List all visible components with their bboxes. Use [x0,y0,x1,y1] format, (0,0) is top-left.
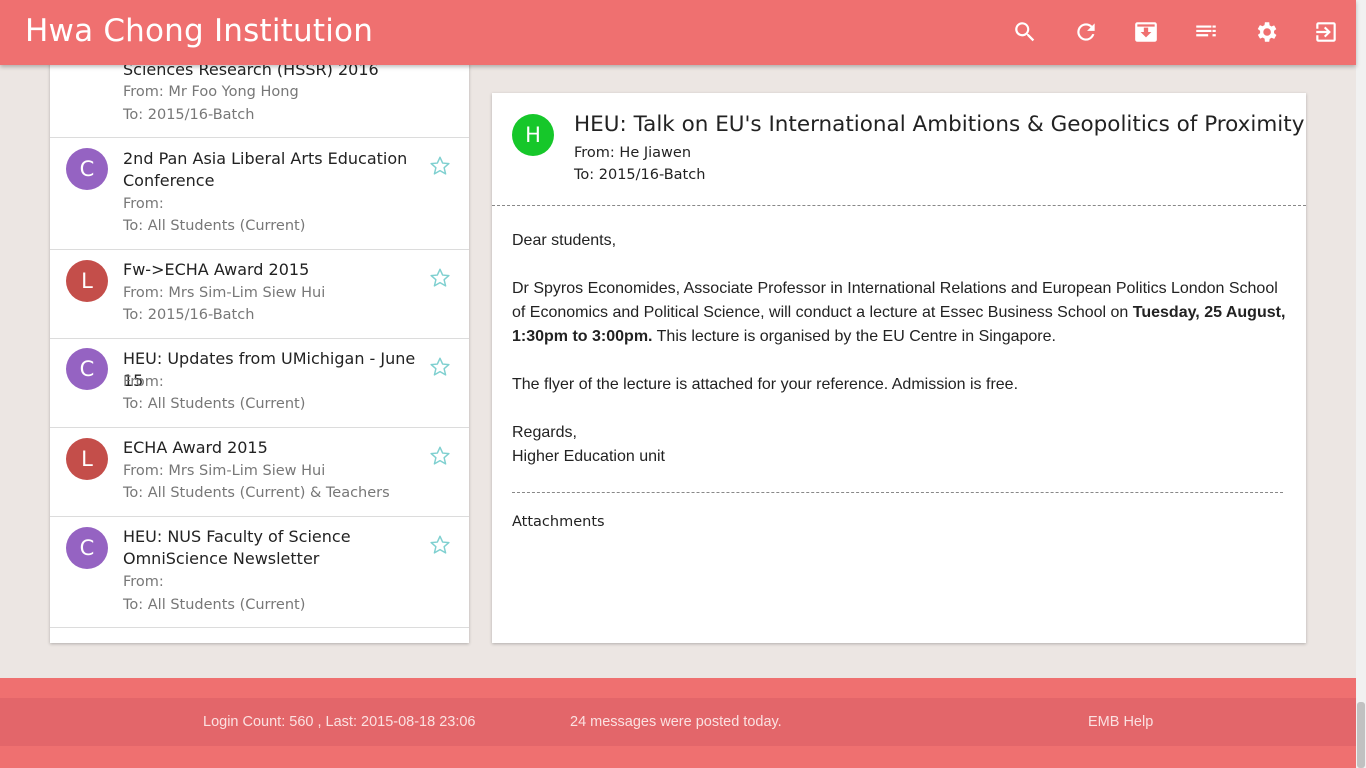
star-icon[interactable] [429,445,451,467]
body-paragraph: The flyer of the lecture is attached for… [512,376,1019,393]
body-text: This lecture is organised by the EU Cent… [652,328,1056,345]
star-icon[interactable] [429,267,451,289]
list-item-subject: HEU: Updates from UMichigan - June 15 [123,349,416,390]
list-item-to: To: All Students (Current) [123,218,306,234]
message-subject: HEU: Talk on EU's International Ambition… [574,112,1305,137]
list-item-from: From: [123,374,164,390]
footer: Login Count: 560 , Last: 2015-08-18 23:0… [0,678,1356,768]
list-item[interactable]: L Fw->ECHA Award 2015 From: Mrs Sim-Lim … [50,250,469,339]
help-link[interactable]: EMB Help [1088,714,1153,730]
body-paragraph: Dr Spyros Economides, Associate Professo… [512,277,1292,349]
list-item-to: To: All Students (Current) & Teachers [123,485,390,501]
list-item-from: From: Mrs Sim-Lim Siew Hui [123,463,326,479]
message-from: From: He Jiawen [574,145,692,161]
logout-icon[interactable] [1311,17,1341,47]
list-icon[interactable] [1191,17,1221,47]
message-body: Dear students, Dr Spyros Economides, Ass… [512,229,1292,469]
avatar: C [66,348,108,390]
star-icon[interactable] [429,155,451,177]
message-list: Sciences Research (HSSR) 2016 From: Mr F… [50,0,469,643]
list-item-from: From: [123,574,164,590]
message-to: To: 2015/16-Batch [574,167,706,183]
avatar: L [66,260,108,302]
list-item[interactable]: C HEU: NUS Faculty of Science OmniScienc… [50,517,469,628]
list-item-to: To: All Students (Current) [123,597,306,613]
attachments-label: Attachments [512,514,605,530]
scrollbar-thumb[interactable] [1357,702,1365,768]
top-app-bar: Hwa Chong Institution [0,0,1356,65]
list-item[interactable]: C 2nd Pan Asia Liberal Arts Education Co… [50,138,469,250]
avatar: C [66,148,108,190]
archive-icon[interactable] [1131,17,1161,47]
page-scrollbar[interactable] [1356,0,1366,768]
refresh-icon[interactable] [1071,17,1101,47]
list-item-subject: Fw->ECHA Award 2015 [123,260,310,279]
attachments-divider [512,492,1283,493]
greeting: Dear students, [512,232,617,249]
list-item[interactable]: L ECHA Award 2015 From: Mrs Sim-Lim Siew… [50,428,469,517]
message-detail: H HEU: Talk on EU's International Ambiti… [492,93,1306,643]
list-item[interactable]: C HEU: Updates from UMichigan - June 15 … [50,339,469,428]
closing: Regards, [512,424,577,441]
list-item-from: From: Mrs Sim-Lim Siew Hui [123,285,326,301]
app-title: Hwa Chong Institution [25,13,374,49]
list-item-to: To: 2015/16-Batch [123,107,255,123]
list-item-to: To: 2015/16-Batch [123,307,255,323]
avatar: L [66,438,108,480]
search-icon[interactable] [1010,17,1040,47]
list-item-subject: 2nd Pan Asia Liberal Arts Education Conf… [123,149,408,190]
star-icon[interactable] [429,534,451,556]
list-item-subject: ECHA Award 2015 [123,438,268,457]
list-item-from: From: Mr Foo Yong Hong [123,84,299,100]
list-item-subject: HEU: NUS Faculty of Science OmniScience … [123,527,351,568]
list-item-to: To: All Students (Current) [123,396,306,412]
signature: Higher Education unit [512,448,665,465]
avatar: C [66,527,108,569]
login-info: Login Count: 560 , Last: 2015-08-18 23:0… [203,714,476,730]
posted-today: 24 messages were posted today. [570,714,782,730]
list-item-from: From: [123,196,164,212]
header-divider [492,205,1306,206]
settings-icon[interactable] [1251,17,1281,47]
star-icon[interactable] [429,356,451,378]
sender-avatar: H [512,114,554,156]
